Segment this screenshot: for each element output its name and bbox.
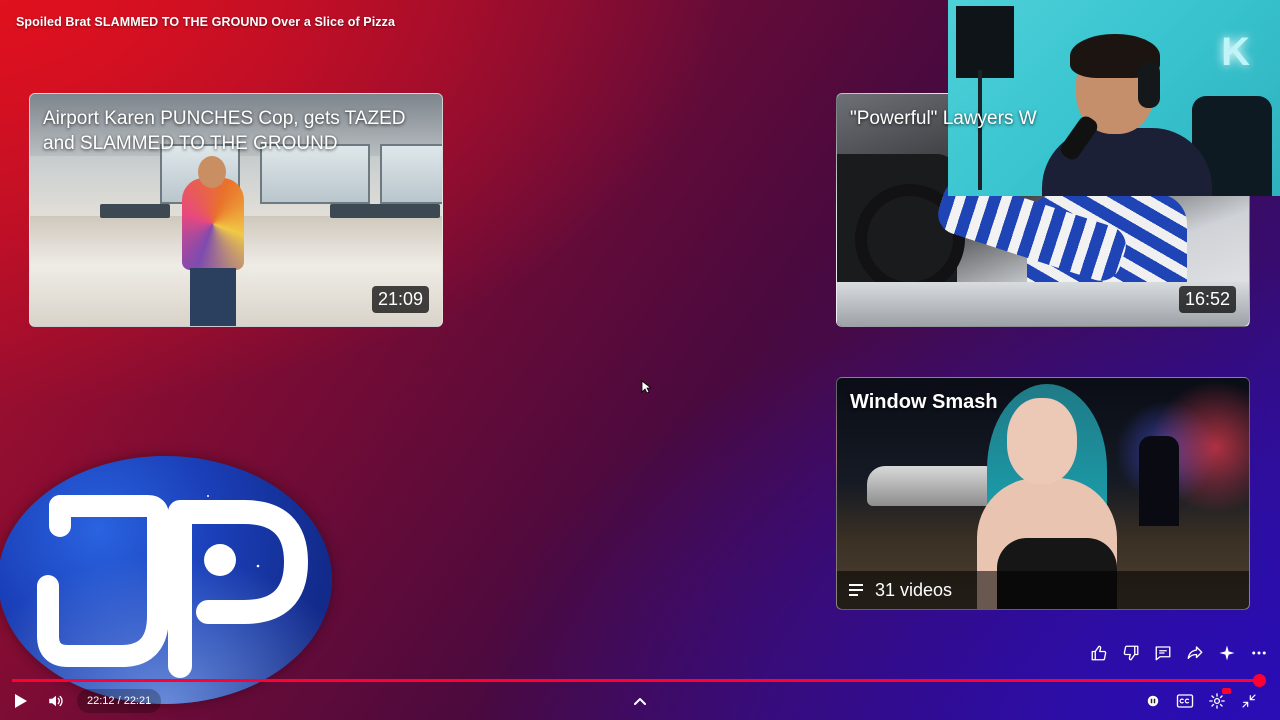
share-icon[interactable] [1184,642,1206,664]
comment-icon[interactable] [1152,642,1174,664]
thumbnail-officers [1139,436,1179,526]
exit-fullscreen-icon[interactable] [1238,690,1260,712]
thumbs-up-icon[interactable] [1088,642,1110,664]
headset [1138,62,1160,108]
card-title: Airport Karen PUNCHES Cop, gets TAZED an… [43,108,406,154]
duration-badge: 21:09 [371,286,429,313]
end-screen-playlist-card[interactable]: Window Smash 31 videos [836,377,1250,610]
video-title: Spoiled Brat SLAMMED TO THE GROUND Over … [16,15,396,29]
thumbs-down-icon[interactable] [1120,642,1142,664]
autoplay-toggle-icon[interactable] [1142,690,1164,712]
thumbnail-person [182,156,244,326]
progress-scrubber[interactable] [1253,674,1266,687]
play-icon[interactable] [10,690,32,712]
playlist-icon [849,584,863,596]
end-screen-video-card-lawyers[interactable]: "Powerful" Lawyers W 16:52 [836,93,1250,327]
channel-logo[interactable] [0,456,332,704]
card-title: Window Smash [850,391,998,413]
video-actions [1088,642,1270,664]
duration-badge: 16:52 [1178,286,1236,313]
softbox-light [956,6,1014,78]
captions-icon[interactable] [1174,690,1196,712]
mouse-cursor-icon [641,380,653,399]
neon-letter-sign: K [1221,30,1250,74]
progress-bar[interactable] [12,679,1259,682]
sparkle-icon[interactable] [1216,642,1238,664]
thumbnail-seats [330,204,440,218]
card-title: "Powerful" Lawyers W [850,108,1037,129]
player-right-controls [1142,688,1260,712]
more-icon[interactable] [1248,642,1270,664]
thumbnail-car [867,466,1007,506]
volume-icon[interactable] [45,690,67,712]
end-screen-video-card-airport[interactable]: Airport Karen PUNCHES Cop, gets TAZED an… [29,93,443,327]
thumbnail-seats [100,204,170,218]
playlist-count: 31 videos [875,579,953,600]
jp-logo-mark [0,456,332,704]
hd-badge [1222,688,1231,694]
chevron-up-icon[interactable] [629,690,651,712]
streamer-webcam-overlay: K [948,0,1280,196]
playlist-count-bar: 31 videos [837,571,1249,609]
gear-icon[interactable] [1206,688,1231,712]
time-display: 22:12 / 22:21 [77,689,162,713]
